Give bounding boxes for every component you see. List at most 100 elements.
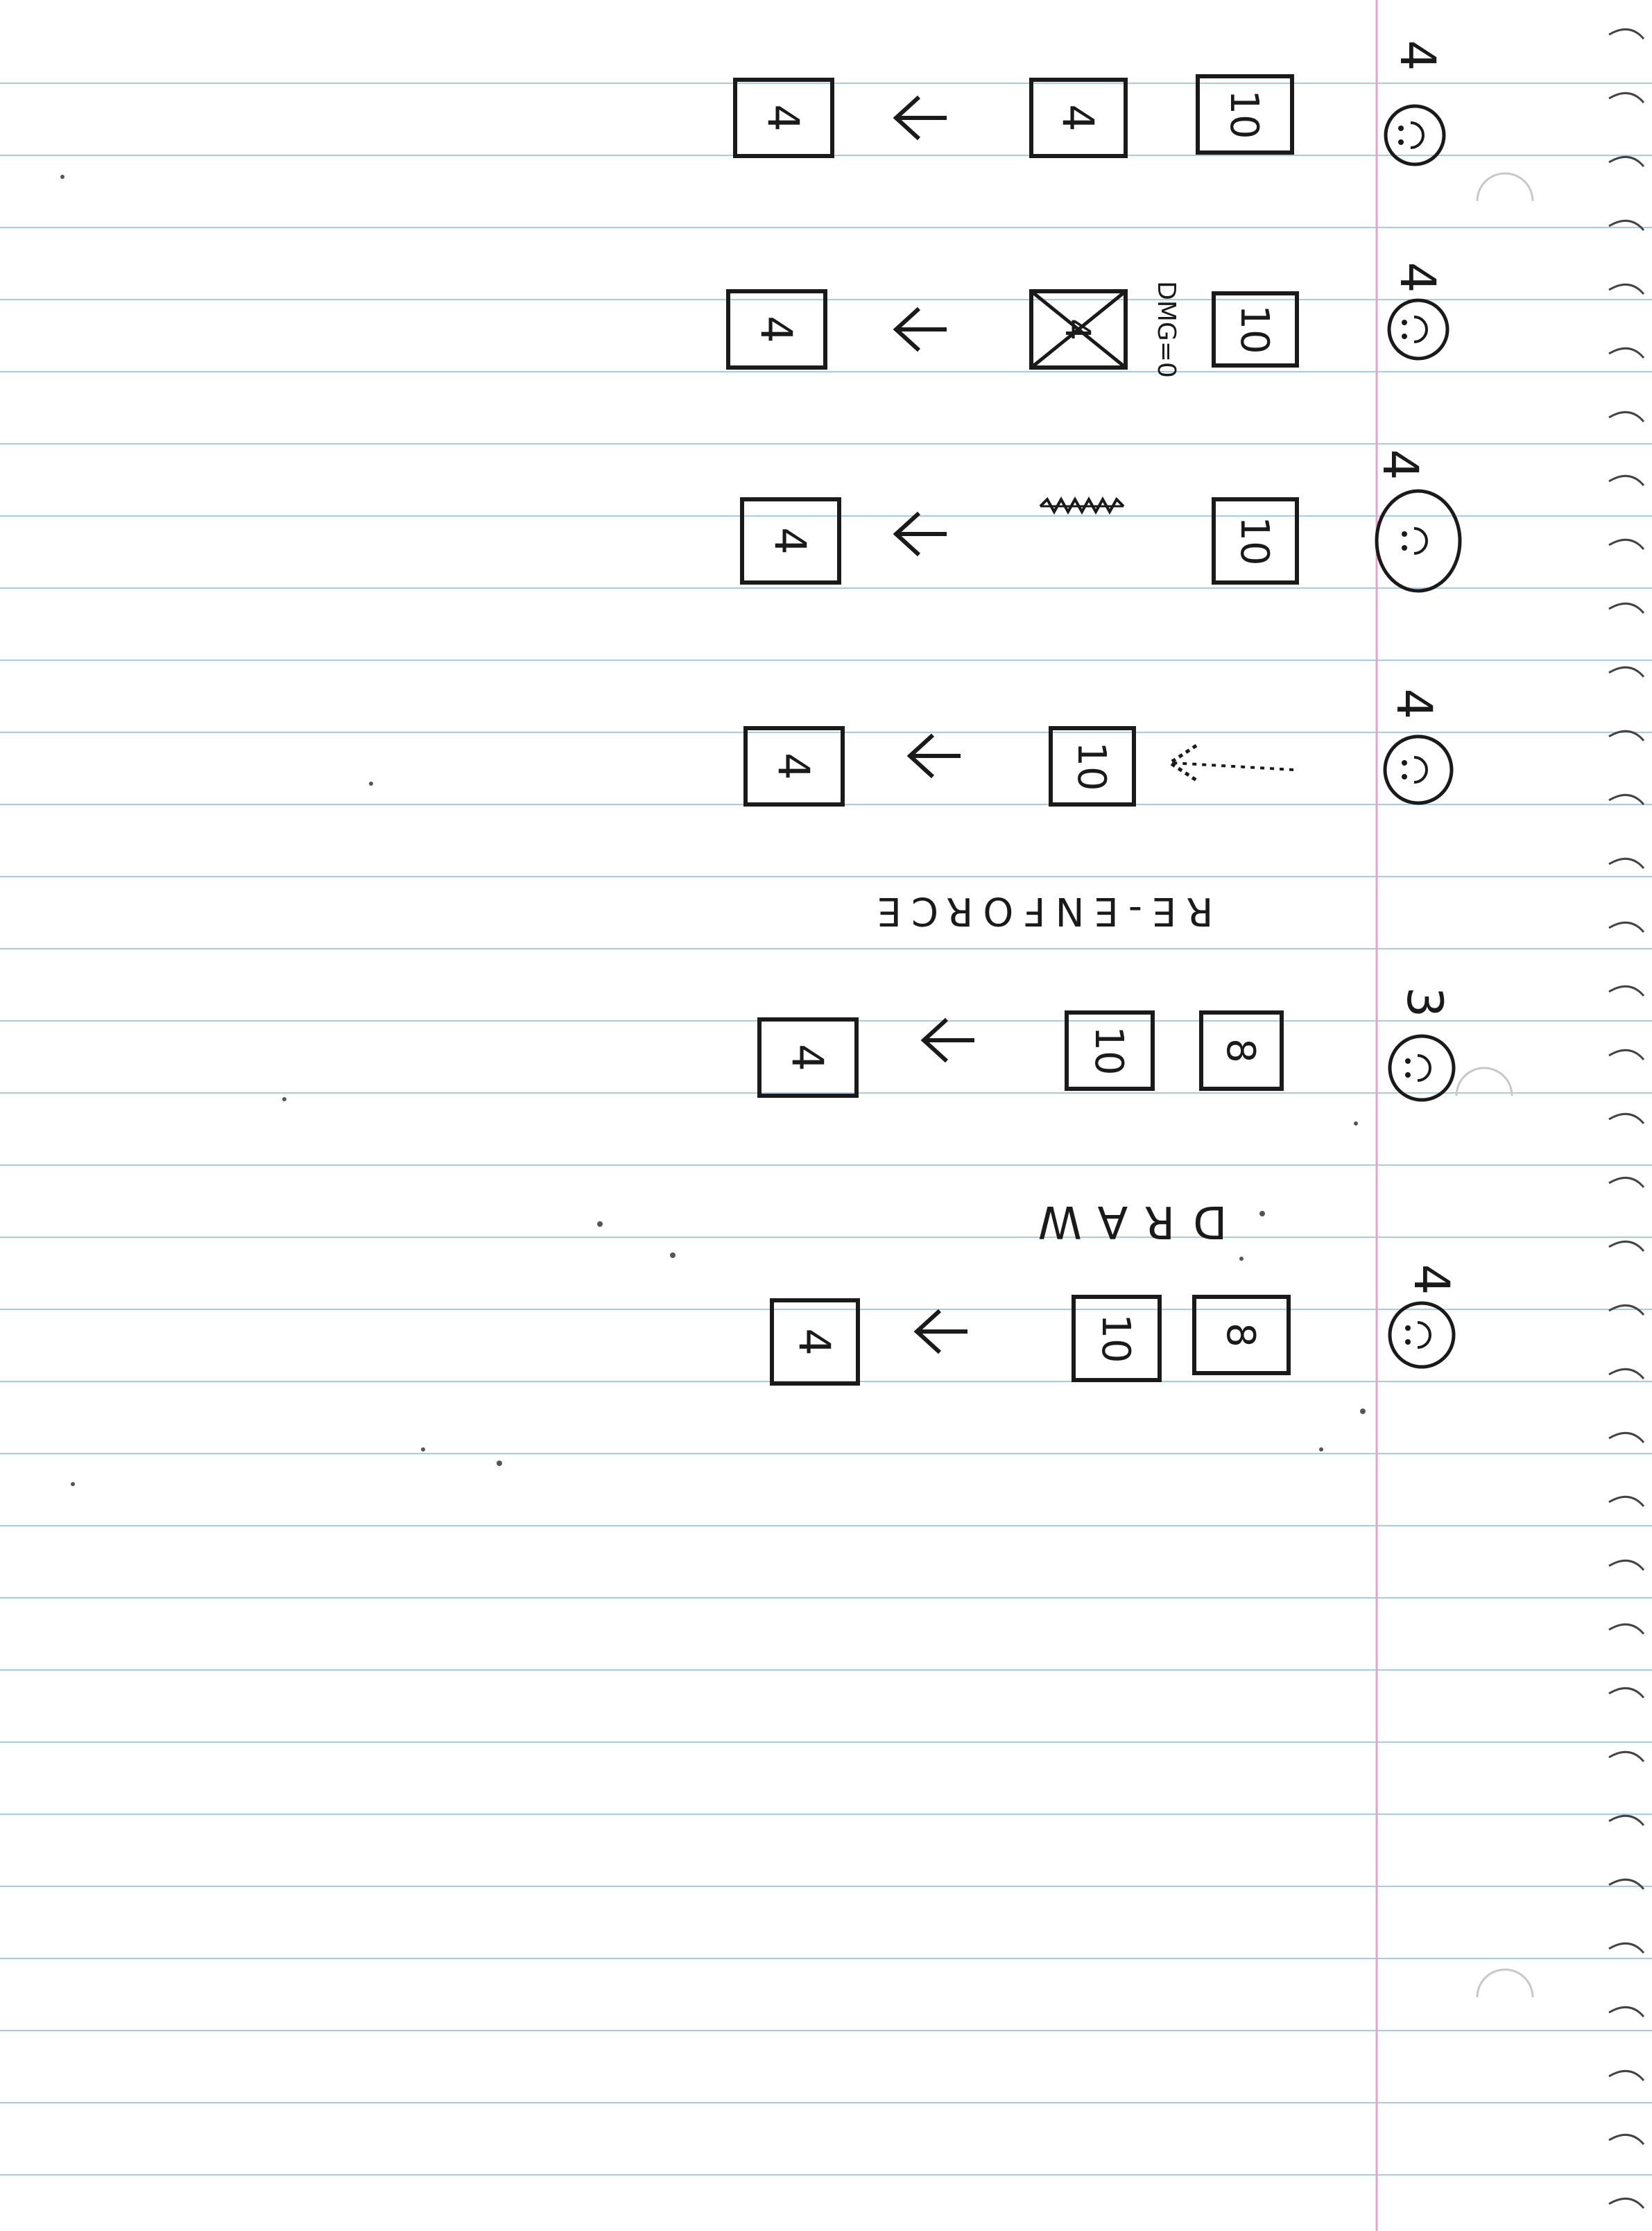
middle-card: 10 (1196, 74, 1294, 155)
card-value: 10 (1086, 1026, 1131, 1075)
smiley-icon (1413, 527, 1428, 555)
result-card: 4 (757, 1017, 859, 1098)
player-token (1383, 734, 1454, 805)
spiral-hole (1608, 347, 1645, 359)
spiral-hole (1608, 602, 1645, 614)
spiral-hole (1608, 1495, 1645, 1507)
player-health: 4 (1403, 1264, 1460, 1295)
card-value: 4 (751, 316, 802, 343)
arrow-icon (893, 307, 947, 352)
spiral-hole (1608, 2069, 1645, 2081)
card-value: 4 (782, 1044, 833, 1071)
spiral-hole (1608, 1176, 1645, 1188)
damage-annotation: DMG=0 (1152, 281, 1180, 378)
result-card: 4 (740, 497, 841, 585)
middle-card: 10 (1212, 497, 1299, 585)
spiral-hole (1608, 28, 1645, 40)
player-health: 4 (1372, 449, 1429, 481)
arrow-icon (893, 511, 947, 557)
step-label-reinforce: RE-ENFORCE (868, 888, 1214, 933)
card-value: 8 (1218, 1038, 1263, 1063)
spiral-hole (1608, 985, 1645, 997)
row-5: 3 8 10 4 (757, 987, 1456, 1102)
spiral-hole (1608, 538, 1645, 550)
spiral-hole (1608, 155, 1645, 167)
card-value: 4 (758, 104, 809, 131)
row-4: 4 10 4 (743, 689, 1454, 807)
removed-card-scribble (1039, 496, 1125, 515)
incoming-arrow-icon (1167, 743, 1294, 782)
target-card: 10 (1049, 726, 1136, 807)
player-health: 3 (1396, 987, 1453, 1018)
player-token (1388, 1301, 1456, 1369)
arrow-icon (913, 1309, 967, 1354)
spiral-hole (1608, 1942, 1645, 1954)
arrow-icon (906, 733, 961, 779)
spiral-hole (1608, 857, 1645, 869)
target-card: 4 (1029, 78, 1128, 158)
punch-holes (1455, 172, 1534, 1998)
spiral-hole (1608, 411, 1645, 422)
target-card: 10 (1065, 1010, 1155, 1091)
result-card: 4 (743, 726, 845, 807)
card-value: 4 (768, 752, 819, 779)
spiral-hole (1608, 1750, 1645, 1762)
card-value: 4 (1053, 104, 1103, 131)
player-health: 4 (1389, 40, 1446, 71)
spiral-hole (1608, 921, 1645, 933)
smiley-icon (1410, 121, 1425, 149)
player-health: 4 (1386, 689, 1443, 720)
middle-card: 8 (1192, 1295, 1291, 1375)
spiral-hole (1608, 2197, 1645, 2209)
card-value: 4 (765, 527, 816, 554)
spiral-hole (1608, 1049, 1645, 1060)
spiral-hole (1608, 666, 1645, 678)
arrow-icon (920, 1017, 974, 1063)
middle-card: 10 (1212, 291, 1299, 368)
notebook-page: 4 10 4 4 4 10 DMG=0 4 4 4 10 4 4 10 4 RE… (0, 0, 1652, 2231)
spiral-hole (1608, 1878, 1645, 1890)
spiral-hole (1608, 92, 1645, 103)
target-card-crossed: 4 (1029, 289, 1128, 370)
card-value: 10 (1232, 516, 1277, 565)
row-1: 4 10 4 4 (733, 40, 1446, 166)
card-value: 10 (1221, 89, 1266, 139)
spiral-hole (1608, 474, 1645, 486)
spiral-hole (1608, 1240, 1645, 1252)
card-value: 10 (1069, 741, 1114, 791)
row-3: 4 10 4 (740, 449, 1462, 593)
row-6: 4 8 10 4 (770, 1264, 1460, 1386)
middle-card: 8 (1199, 1010, 1284, 1091)
card-value: 8 (1218, 1323, 1263, 1347)
spiral-hole (1608, 2133, 1645, 2145)
spiral-hole (1608, 283, 1645, 295)
ruled-lines (0, 83, 1652, 2176)
arrow-icon (893, 95, 947, 141)
player-token (1375, 489, 1462, 593)
player-token (1388, 1034, 1456, 1102)
smiley-icon (1417, 1321, 1431, 1349)
row-2: 4 10 DMG=0 4 4 (726, 262, 1449, 378)
spiral-hole (1608, 1559, 1645, 1571)
result-card: 4 (733, 78, 834, 158)
spiral-hole (1608, 1623, 1645, 1635)
spiral-hole (1608, 1304, 1645, 1316)
spiral-hole (1608, 219, 1645, 231)
player-health: 4 (1389, 262, 1446, 293)
spiral-hole (1608, 1431, 1645, 1443)
spiral-hole (1608, 1368, 1645, 1379)
player-token (1387, 298, 1449, 361)
spiral-hole (1608, 1687, 1645, 1698)
result-card: 4 (770, 1298, 860, 1386)
spiral-hole (1608, 1814, 1645, 1826)
result-card: 4 (726, 289, 827, 370)
card-value: 10 (1232, 304, 1277, 354)
smiley-icon (1413, 316, 1428, 343)
spiral-hole (1608, 793, 1645, 805)
spiral-binding (1608, 28, 1645, 2209)
step-label-draw: DRAW (1020, 1196, 1228, 1247)
card-value: 4 (1058, 318, 1098, 341)
smiley-icon (1417, 1054, 1431, 1082)
spiral-hole (1608, 1112, 1645, 1124)
spiral-hole (1608, 2006, 1645, 2017)
